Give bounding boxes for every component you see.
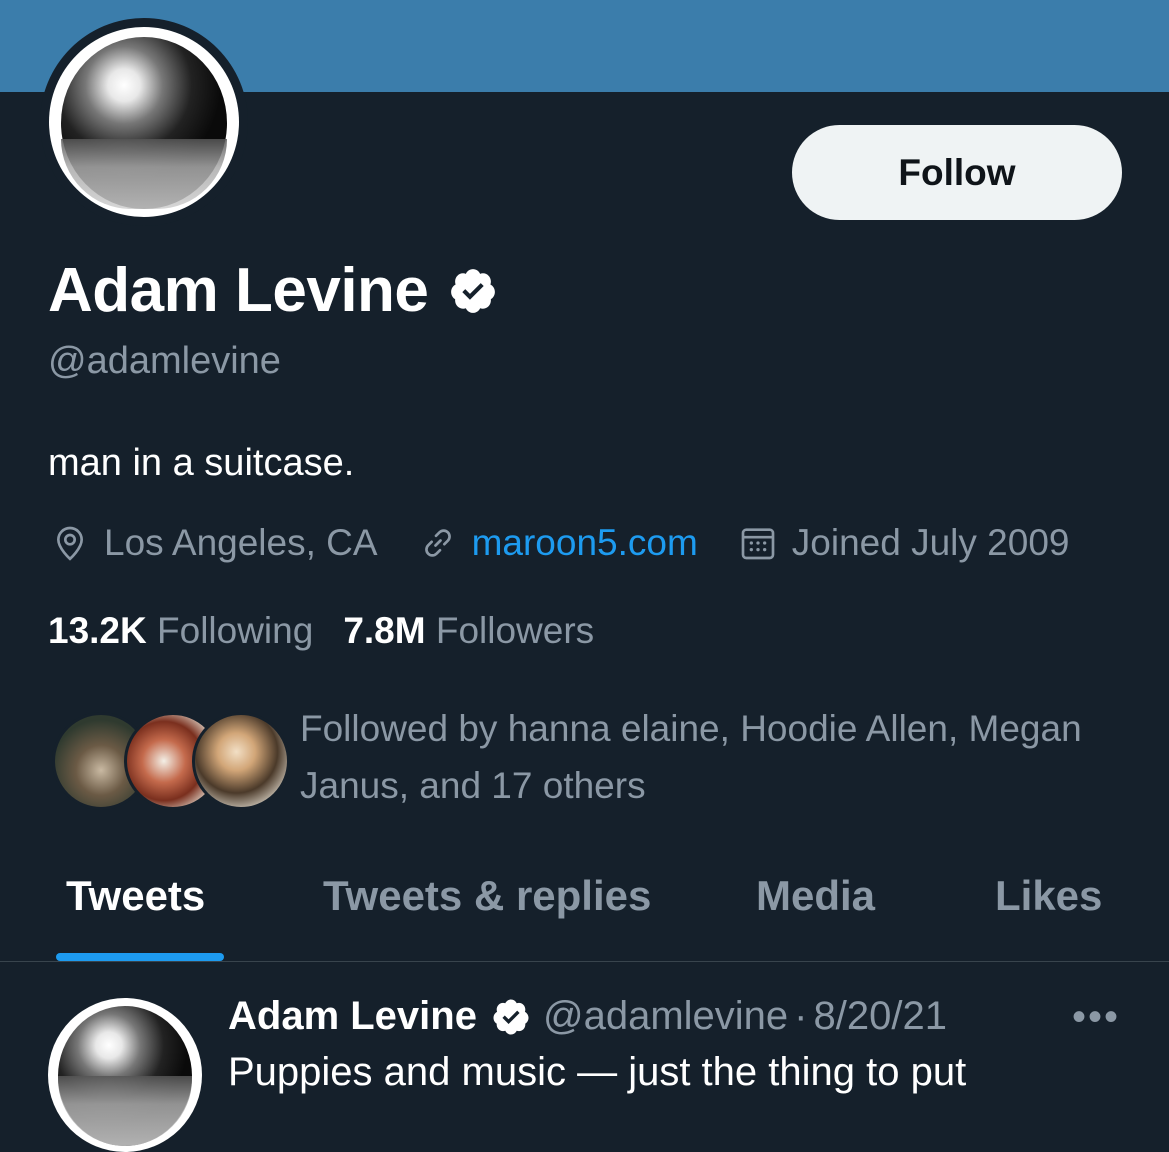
tweet-header: Adam Levine @adamlevine · 8/20/21 <box>228 994 947 1039</box>
tweet-author-handle[interactable]: @adamlevine <box>543 994 788 1039</box>
tweet-date[interactable]: 8/20/21 <box>813 994 946 1039</box>
profile-stats: 13.2K Following 7.8M Followers <box>48 610 624 652</box>
followers-stat[interactable]: 7.8M Followers <box>343 610 594 652</box>
followed-by-line: Followed by hanna elaine, Hoodie Allen, … <box>300 708 1082 749</box>
concert-photo <box>61 37 227 209</box>
website-item[interactable]: maroon5.com <box>418 522 698 564</box>
location-pin-icon <box>56 526 84 561</box>
calendar-icon <box>741 528 775 560</box>
verified-badge-icon <box>493 999 529 1034</box>
tabs-divider <box>0 961 1169 962</box>
follower-avatar <box>192 712 290 810</box>
followed-by-text[interactable]: Followed by hanna elaine, Hoodie Allen, … <box>300 700 1140 814</box>
profile-name-row: Adam Levine <box>48 255 498 326</box>
tweet-separator: · <box>794 994 808 1038</box>
followed-by-line: Janus, and 17 others <box>300 765 646 806</box>
active-tab-indicator <box>56 953 224 961</box>
following-count: 13.2K <box>48 610 147 651</box>
profile-avatar[interactable] <box>40 18 248 226</box>
website-link[interactable]: maroon5.com <box>472 522 698 564</box>
profile-tabs: Tweets Tweets & replies Media Likes <box>0 862 1169 962</box>
profile-handle: @adamlevine <box>48 340 281 382</box>
link-icon <box>424 529 451 557</box>
profile-meta: Los Angeles, CA maroon5.com Joined July … <box>50 522 1109 564</box>
followed-by-avatars[interactable] <box>52 712 290 810</box>
followers-count: 7.8M <box>343 610 426 651</box>
tab-tweets[interactable]: Tweets <box>66 872 205 920</box>
tab-media[interactable]: Media <box>756 872 875 920</box>
joined-text: Joined July 2009 <box>791 522 1070 563</box>
concert-photo <box>58 1006 192 1146</box>
follow-button[interactable]: Follow <box>792 125 1122 220</box>
tab-tweets-replies[interactable]: Tweets & replies <box>323 872 651 920</box>
tweet-author-avatar[interactable] <box>48 998 202 1152</box>
display-name: Adam Levine <box>48 256 429 325</box>
followers-label: Followers <box>435 610 595 651</box>
location-text: Los Angeles, CA <box>104 522 378 563</box>
following-label: Following <box>157 610 314 651</box>
tab-likes[interactable]: Likes <box>995 872 1102 920</box>
verified-badge-icon[interactable] <box>448 266 498 316</box>
location-item: Los Angeles, CA <box>50 522 378 564</box>
profile-bio: man in a suitcase. <box>48 442 355 484</box>
following-stat[interactable]: 13.2K Following <box>48 610 313 652</box>
tweet-text: Puppies and music — just the thing to pu… <box>228 1050 967 1094</box>
tweet-author-name[interactable]: Adam Levine <box>228 994 477 1039</box>
more-icon[interactable]: ••• <box>1072 995 1120 1040</box>
joined-item: Joined July 2009 <box>738 522 1070 564</box>
avatar-image <box>49 27 239 217</box>
